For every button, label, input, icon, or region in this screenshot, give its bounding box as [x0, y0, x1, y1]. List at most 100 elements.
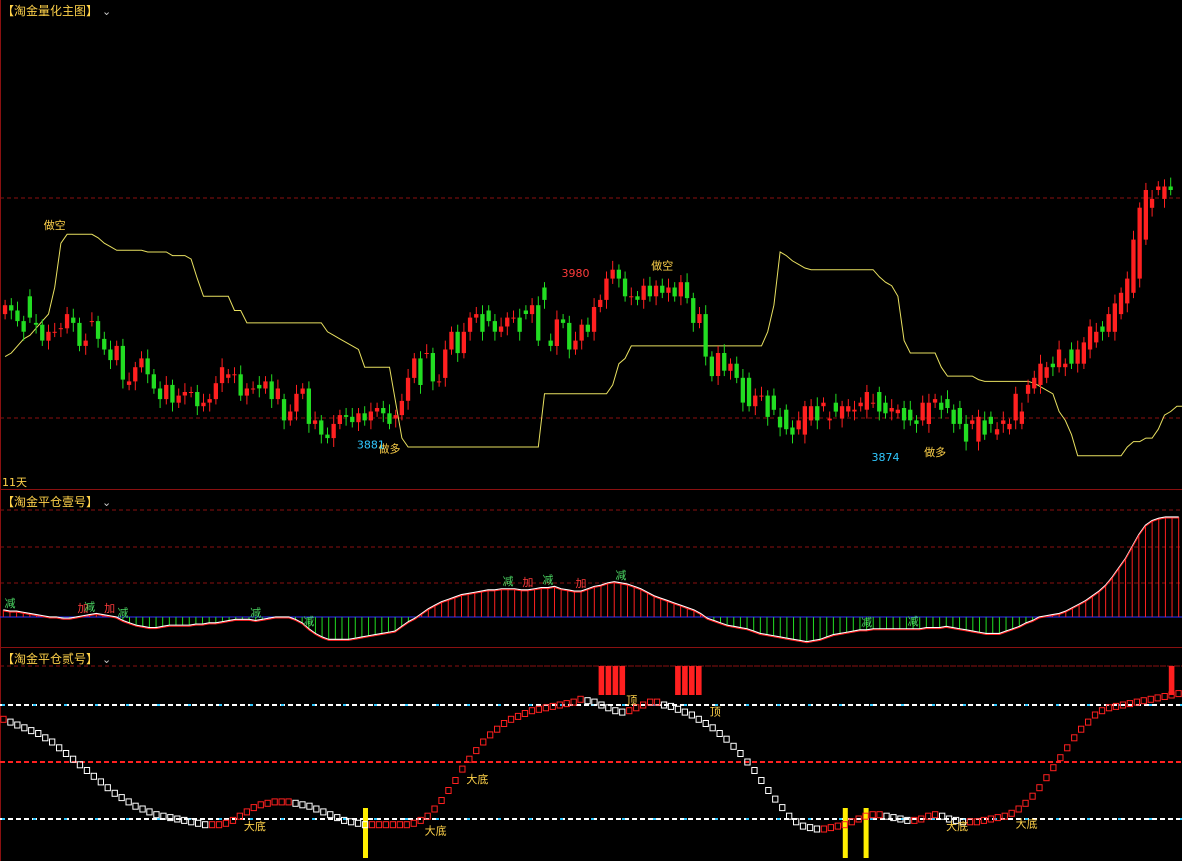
candle-body [951, 409, 956, 424]
candle-body [151, 374, 156, 389]
candle-body [573, 340, 578, 350]
candle-body [244, 388, 249, 396]
signal-label: 加 [104, 602, 115, 615]
signal-label: 3980 [562, 267, 590, 280]
oscillator-box [473, 747, 480, 755]
candle-body [901, 408, 907, 421]
signal-label: 减 [4, 597, 15, 610]
oscillator-box [195, 819, 202, 827]
main-candlestick-chart: 做空做多38813980做空3874 做多 [0, 0, 1182, 490]
candle-body [647, 285, 652, 297]
candle-body [777, 416, 783, 428]
candle-body [467, 317, 473, 332]
candle-body [815, 406, 820, 421]
candle-body [399, 400, 404, 416]
candle-body [932, 399, 938, 403]
oscillator-box [730, 742, 737, 750]
oscillator-box [1085, 718, 1092, 726]
chevron-down-icon[interactable]: ⌄ [102, 496, 111, 509]
oscillator-box [459, 765, 466, 773]
oscillator-box [619, 708, 626, 716]
candle-body [250, 388, 256, 390]
candle-body [790, 427, 795, 435]
candle-body [1100, 326, 1105, 332]
band-line [4, 233, 1182, 457]
oscillator-1-title[interactable]: 【淘金平仓壹号】 ⌄ [2, 493, 111, 510]
candle-body [126, 381, 132, 385]
candle-body [443, 349, 448, 378]
candle-body [213, 383, 218, 400]
candle-body [157, 388, 163, 400]
candle-body [498, 326, 504, 332]
signal-label: 减 [250, 607, 261, 620]
oscillator-2-panel[interactable]: 【淘金平仓贰号】 ⌄ 大底 大底 大底顶顶大底 大底 [0, 648, 1182, 861]
candle-body [1118, 292, 1124, 315]
candle-body [114, 345, 119, 361]
oscillator-box [1154, 694, 1161, 702]
candle-body [1094, 331, 1099, 343]
candle-body [715, 353, 721, 376]
main-chart-title[interactable]: 【淘金量化主图】 ⌄ [2, 2, 111, 19]
candle-body [77, 322, 82, 346]
oscillator-box [827, 824, 835, 832]
candle-body [89, 321, 94, 323]
candle-body [1007, 423, 1012, 430]
candle-body [337, 415, 342, 424]
oscillator-box [21, 724, 28, 732]
oscillator-box [222, 819, 230, 827]
candle-body [300, 388, 305, 394]
oscillator-box [410, 819, 417, 827]
oscillator-box [132, 802, 139, 810]
candle-body [672, 287, 677, 297]
chevron-down-icon[interactable]: ⌄ [102, 5, 111, 18]
candle-body [1143, 190, 1148, 240]
top-signal-bar [696, 666, 702, 695]
candle-body [1063, 363, 1068, 368]
oscillator-box [7, 718, 14, 726]
candle-body [1112, 303, 1117, 332]
candle-body [95, 321, 101, 339]
candle-body [852, 409, 857, 412]
candle-body [728, 363, 733, 371]
candle-body [226, 374, 231, 378]
candle-body [1131, 239, 1136, 293]
oscillator-box [313, 805, 320, 813]
osc1-title-text: 【淘金平仓壹号】 [2, 495, 99, 509]
candle-body [393, 415, 398, 419]
signal-label: 做空 [44, 218, 66, 232]
oscillator-box [716, 730, 723, 737]
candle-body [319, 420, 324, 435]
candle-body [604, 278, 609, 300]
oscillator-box [42, 734, 49, 742]
candle-body [238, 374, 243, 396]
oscillator-2-title[interactable]: 【淘金平仓贰号】 ⌄ [2, 650, 111, 667]
candle-body [418, 358, 423, 385]
oscillator-box [528, 707, 536, 715]
oscillator-box [535, 705, 543, 713]
chevron-down-icon[interactable]: ⌄ [102, 653, 111, 666]
candle-body [635, 296, 640, 300]
candle-body [963, 423, 969, 442]
candle-body [170, 384, 175, 403]
oscillator-1-panel[interactable]: 【淘金平仓壹号】 ⌄ 减加减加减减减减加减加减减减 [0, 490, 1182, 648]
candle-body [746, 377, 752, 407]
candle-body [616, 269, 621, 279]
oscillator-box [521, 710, 529, 717]
top-signal-bar [689, 666, 695, 695]
candle-body [740, 377, 745, 403]
candle-body [1069, 349, 1074, 364]
candle-body [480, 314, 485, 332]
candle-body [1038, 363, 1043, 385]
oscillator-line [3, 516, 1179, 643]
signal-label: 大底 [244, 819, 266, 833]
candle-body [405, 377, 411, 401]
candle-body [1168, 186, 1173, 190]
oscillator-box [35, 730, 42, 737]
candle-body [368, 411, 373, 421]
candle-body [753, 395, 758, 407]
oscillator-box [758, 777, 765, 784]
candle-body [660, 285, 665, 293]
candle-body [1019, 411, 1024, 424]
main-chart-panel[interactable]: 【淘金量化主图】 ⌄ 做空 做多 3881 3980 做空 3874 做多 11天 [0, 0, 1182, 490]
top-signal-bar [619, 666, 626, 695]
